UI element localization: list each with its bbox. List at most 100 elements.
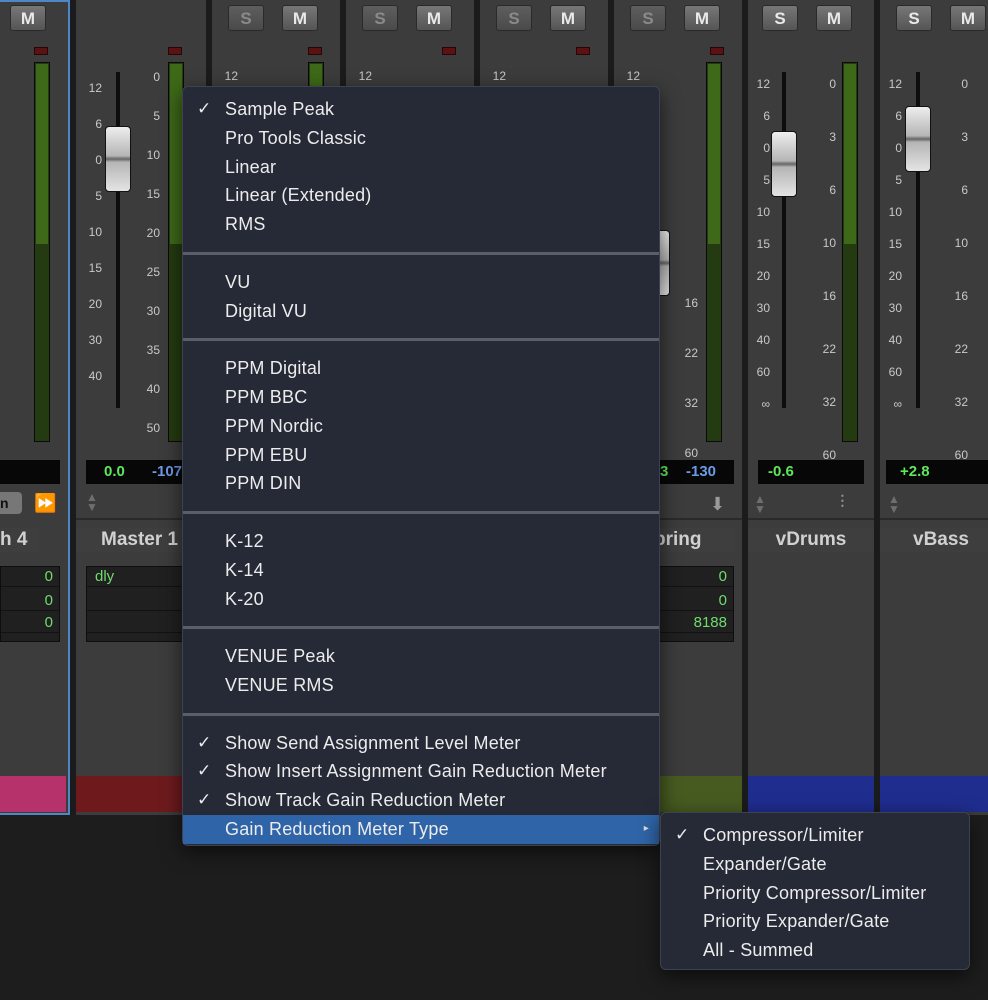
- send-level[interactable]: 0: [655, 591, 733, 611]
- menu-item-label: VENUE Peak: [225, 646, 336, 667]
- solo-button[interactable]: S: [762, 5, 798, 31]
- submenu-item-all-summed[interactable]: All - Summed: [661, 936, 969, 965]
- fader-scale: 12: [626, 69, 640, 83]
- menu-item-ppm-ebu[interactable]: PPM EBU: [183, 441, 659, 470]
- down-arrow-icon[interactable]: ⬇: [710, 494, 725, 515]
- track-name[interactable]: vBass: [880, 528, 988, 552]
- checkmark-icon: ✓: [197, 732, 212, 752]
- menu-item-label: K-12: [225, 531, 264, 551]
- fader-scale: 12: [358, 69, 372, 83]
- track-color-bar: [880, 776, 988, 812]
- menu-item-digital-vu[interactable]: Digital VU: [183, 297, 659, 326]
- menu-item-show-send-assignment-level-meter[interactable]: ✓ Show Send Assignment Level Meter: [183, 729, 659, 758]
- mute-button[interactable]: M: [684, 5, 720, 31]
- gain-reduction-meter-type-submenu: ✓ Compressor/Limiter Expander/Gate Priority…: [660, 812, 970, 970]
- menu-item-label: PPM BBC: [225, 387, 308, 407]
- menu-separator: [183, 712, 659, 716]
- mute-button[interactable]: M: [282, 5, 318, 31]
- menu-item-pro-tools-classic[interactable]: Pro Tools Classic: [183, 124, 659, 153]
- solo-button[interactable]: S: [228, 5, 264, 31]
- stepper-icon[interactable]: ▲ ▼: [888, 493, 900, 515]
- menu-item-ppm-digital[interactable]: PPM Digital: [183, 354, 659, 383]
- meter-scale: 0 3 6 10 16 22 32 60: [954, 77, 968, 462]
- pan-value[interactable]: -107: [152, 460, 182, 484]
- submenu-item-label: Compressor/Limiter: [703, 825, 864, 845]
- meter-type-menu: ✓ Sample Peak Pro Tools Classic Linear Linea…: [182, 86, 660, 846]
- checkmark-icon: ✓: [197, 790, 212, 810]
- mute-button[interactable]: M: [816, 5, 852, 31]
- menu-item-ppm-nordic[interactable]: PPM Nordic: [183, 412, 659, 441]
- insert-slot[interactable]: dly: [87, 567, 195, 587]
- pan-value[interactable]: -130: [686, 460, 716, 484]
- menu-item-label: PPM Digital: [225, 358, 322, 379]
- mute-button[interactable]: M: [550, 5, 586, 31]
- solo-button[interactable]: S: [630, 5, 666, 31]
- solo-button[interactable]: S: [362, 5, 398, 31]
- menu-item-label: Pro Tools Classic: [225, 127, 367, 148]
- volume-fader[interactable]: [105, 126, 131, 192]
- menu-item-show-insert-assignment-gain-reduction-meter[interactable]: ✓ Show Insert Assignment Gain Reduction M…: [183, 757, 659, 786]
- menu-item-k-12[interactable]: K-12: [183, 527, 659, 556]
- submenu-arrow-icon: ▸: [643, 823, 649, 834]
- level-meter: [842, 62, 858, 442]
- stepper-icon[interactable]: ▲ ▼: [86, 491, 98, 513]
- menu-item-venue-peak[interactable]: VENUE Peak: [183, 642, 659, 671]
- mixer-settings-icon[interactable]: ⫶: [840, 492, 845, 513]
- track-name[interactable]: vDrums: [748, 528, 874, 552]
- clip-indicator[interactable]: [710, 47, 724, 55]
- clip-indicator[interactable]: [168, 47, 182, 55]
- menu-item-label: Sample Peak: [225, 99, 335, 119]
- mute-button[interactable]: M: [950, 5, 986, 31]
- fader-track[interactable]: [116, 72, 120, 408]
- volume-readout[interactable]: +2.8: [886, 460, 988, 484]
- menu-item-label: K-20: [225, 588, 264, 609]
- submenu-item-priority-expander-gate[interactable]: Priority Expander/Gate: [661, 907, 969, 936]
- name-bar-top: [748, 518, 874, 520]
- menu-item-rms[interactable]: RMS: [183, 210, 659, 239]
- menu-item-ppm-din[interactable]: PPM DIN: [183, 469, 659, 498]
- name-bar-top: [880, 518, 988, 520]
- clip-indicator[interactable]: [308, 47, 322, 55]
- submenu-item-expander-gate[interactable]: Expander/Gate: [661, 850, 969, 879]
- send-level[interactable]: 8188: [655, 613, 733, 633]
- solo-button[interactable]: S: [896, 5, 932, 31]
- selection-outline: [0, 0, 70, 815]
- volume-value: +2.8: [900, 463, 930, 480]
- menu-separator: [183, 251, 659, 255]
- submenu-item-priority-compressor-limiter[interactable]: Priority Compressor/Limiter: [661, 879, 969, 908]
- stepper-icon[interactable]: ▲ ▼: [754, 493, 766, 515]
- mute-button[interactable]: M: [416, 5, 452, 31]
- solo-button[interactable]: S: [496, 5, 532, 31]
- menu-item-linear-extended[interactable]: Linear (Extended): [183, 181, 659, 210]
- fader-scale: 12: [492, 69, 506, 83]
- menu-item-k-20[interactable]: K-20: [183, 585, 659, 614]
- volume-readout[interactable]: -0.6: [758, 460, 864, 484]
- insert-slot[interactable]: [87, 591, 195, 611]
- volume-readout[interactable]: 0.0 -107: [86, 460, 196, 484]
- track-name[interactable]: pring: [654, 528, 734, 552]
- menu-item-ppm-bbc[interactable]: PPM BBC: [183, 383, 659, 412]
- volume-fader[interactable]: [771, 131, 797, 197]
- fader-scale: 12 6 0 5 10 15 20 30 40: [88, 81, 102, 383]
- track-color-bar: [748, 776, 874, 812]
- menu-item-sample-peak[interactable]: ✓ Sample Peak: [183, 95, 659, 124]
- menu-item-k-14[interactable]: K-14: [183, 556, 659, 585]
- send-level[interactable]: 0: [655, 567, 733, 587]
- volume-readout[interactable]: 3 -130: [654, 460, 734, 484]
- insert-slot[interactable]: [87, 613, 195, 633]
- menu-item-venue-rms[interactable]: VENUE RMS: [183, 671, 659, 700]
- menu-item-linear[interactable]: Linear: [183, 153, 659, 182]
- menu-separator: [183, 511, 659, 515]
- clip-indicator[interactable]: [442, 47, 456, 55]
- menu-item-gain-reduction-meter-type[interactable]: Gain Reduction Meter Type ▸: [183, 815, 659, 844]
- menu-item-vu[interactable]: VU: [183, 268, 659, 297]
- volume-fader[interactable]: [905, 106, 931, 172]
- menu-item-show-track-gain-reduction-meter[interactable]: ✓ Show Track Gain Reduction Meter: [183, 786, 659, 815]
- clip-indicator[interactable]: [576, 47, 590, 55]
- volume-value: 3: [660, 463, 669, 480]
- fader-track[interactable]: [782, 72, 786, 408]
- submenu-item-compressor-limiter[interactable]: ✓ Compressor/Limiter: [661, 821, 969, 850]
- fader-scale: 12: [224, 69, 238, 83]
- menu-item-label: RMS: [225, 214, 266, 235]
- menu-item-label: Show Track Gain Reduction Meter: [225, 790, 506, 811]
